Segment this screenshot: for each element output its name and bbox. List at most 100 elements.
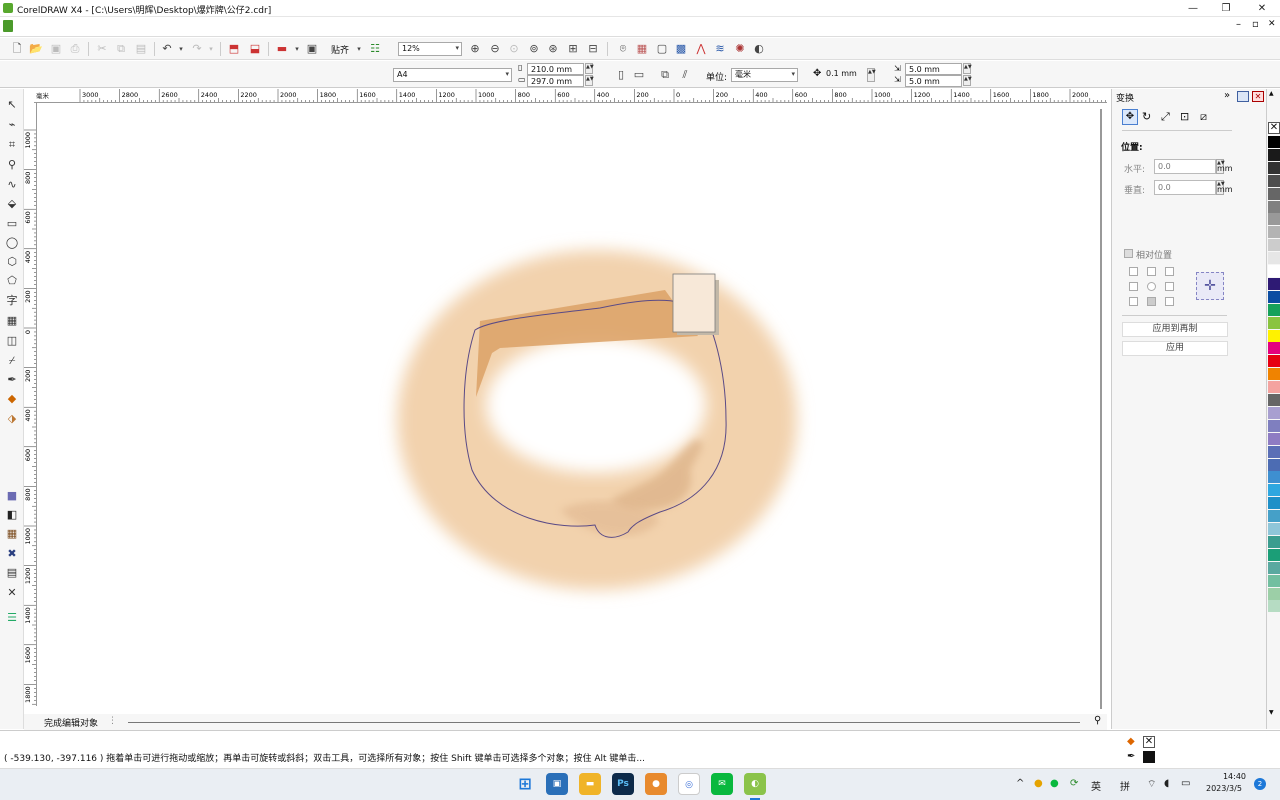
paste-icon[interactable]: ▤ <box>134 42 148 56</box>
fountain-fill-icon[interactable]: ◧ <box>4 507 20 523</box>
undo-icon[interactable]: ↶ <box>160 42 174 56</box>
anchor-top-center[interactable] <box>1147 267 1156 276</box>
color-swatch[interactable] <box>1268 213 1280 226</box>
position-tab-icon[interactable]: ✥ <box>1122 109 1138 125</box>
minimize-button[interactable]: — <box>1178 1 1208 16</box>
freehand-tool-icon[interactable]: ∿ <box>4 177 20 193</box>
vertical-input[interactable]: 0.0 <box>1154 180 1216 195</box>
color-swatch[interactable] <box>1268 265 1280 277</box>
zoom-page-icon[interactable]: ⊛ <box>546 42 560 56</box>
zoom-all-objects-icon[interactable]: ⊚ <box>527 42 541 56</box>
texture-fill-icon[interactable]: ✖ <box>4 546 20 562</box>
undo-dropdown-icon[interactable]: ▾ <box>174 42 188 56</box>
color-swatch[interactable] <box>1268 355 1280 368</box>
color-swatch[interactable] <box>1268 226 1280 239</box>
portrait-icon[interactable]: ▯ <box>614 68 628 82</box>
units-select[interactable]: 毫米 ▾ <box>731 68 798 82</box>
pattern-icon[interactable]: ▩ <box>674 42 688 56</box>
rotate-tab-icon[interactable]: ↻ <box>1142 110 1151 123</box>
vertical-scrollbar[interactable] <box>1099 103 1107 709</box>
basic-shapes-tool-icon[interactable]: ⬠ <box>4 273 20 289</box>
color-swatch[interactable] <box>1268 136 1280 148</box>
outline-color-swatch[interactable] <box>1143 751 1155 763</box>
anchor-bottom-right[interactable] <box>1165 297 1174 306</box>
crop-tool-icon[interactable]: ⌗ <box>4 137 20 153</box>
print-icon[interactable]: ⎙ <box>68 42 82 56</box>
blend-icon[interactable]: ≋ <box>713 42 727 56</box>
relative-position-checkbox[interactable] <box>1124 249 1133 258</box>
doc-minimize-button[interactable]: – <box>1236 19 1241 30</box>
contour-icon[interactable]: ⌾ <box>616 42 630 56</box>
windows-start-icon[interactable]: ⊞ <box>514 773 536 795</box>
skew-tab-icon[interactable]: ⧄ <box>1200 110 1207 124</box>
nudge-spinner[interactable]: ▲▼ <box>867 68 876 82</box>
rectangle-tool-icon[interactable]: ▭ <box>4 216 20 232</box>
color-swatch[interactable] <box>1268 381 1280 394</box>
anchor-top-right[interactable] <box>1165 267 1174 276</box>
color-swatch[interactable] <box>1268 290 1280 303</box>
no-fill-icon[interactable]: ✕ <box>4 585 20 601</box>
options-icon[interactable]: ☷ <box>368 42 382 56</box>
tray-wechat-icon[interactable]: ● <box>1050 778 1059 789</box>
import-icon[interactable]: ⬒ <box>227 42 241 56</box>
anchor-middle-left[interactable] <box>1129 282 1138 291</box>
page-height-spinner[interactable]: ▲▼ <box>585 75 594 86</box>
selected-rectangle[interactable] <box>672 273 716 333</box>
size-tab-icon[interactable]: ⊡ <box>1180 110 1189 123</box>
anchor-bottom-center[interactable] <box>1147 297 1156 306</box>
color-swatch[interactable] <box>1268 587 1280 600</box>
postscript-fill-icon[interactable]: ▤ <box>4 565 20 581</box>
vertical-ruler[interactable]: 1000 800 600 400 200 0 200 400 600 800 1000 1200 140… <box>24 103 37 706</box>
no-color-swatch-icon[interactable]: ✕ <box>1268 122 1280 134</box>
horizontal-ruler[interactable]: 3000 2800 2600 2400 2200 2000 1800 1600 1400 1200… <box>34 89 1107 103</box>
color-swatch[interactable] <box>1268 406 1280 419</box>
color-wheel-icon[interactable]: ✺ <box>733 42 747 56</box>
color-swatch[interactable] <box>1268 548 1280 561</box>
shape-tool-icon[interactable]: ⌁ <box>4 117 20 133</box>
bitmap-icon[interactable]: ▦ <box>635 42 649 56</box>
game-app-icon[interactable]: ● <box>645 773 667 795</box>
color-swatch[interactable] <box>1268 523 1280 535</box>
table-tool-icon[interactable]: ▦ <box>4 313 20 329</box>
nudge-distance-input[interactable]: 0.1 mm <box>823 68 865 82</box>
eyedropper-tool-icon[interactable]: ⌿ <box>4 353 20 369</box>
color-swatch[interactable] <box>1268 200 1280 213</box>
color-swatch[interactable] <box>1268 329 1280 342</box>
horizontal-input[interactable]: 0.0 <box>1154 159 1216 174</box>
palette-scroll-up-icon[interactable]: ▲ <box>1269 90 1274 97</box>
interactive-tool-icon[interactable]: ◫ <box>4 333 20 349</box>
drawing-canvas[interactable] <box>38 103 1100 706</box>
document-icon[interactable] <box>3 20 13 32</box>
close-button[interactable]: ✕ <box>1247 1 1277 16</box>
interactive-fill-tool-icon[interactable]: ⬗ <box>4 411 20 427</box>
notification-badge[interactable]: 2 <box>1254 778 1266 790</box>
doc-restore-button[interactable]: ▫ <box>1252 19 1259 30</box>
color-swatch[interactable] <box>1268 161 1280 174</box>
color-swatch[interactable] <box>1268 458 1280 471</box>
page-width-input[interactable]: 210.0 mm <box>527 63 584 75</box>
scale-tab-icon[interactable]: ⤢ <box>1161 110 1170 124</box>
ellipse-tool-icon[interactable]: ◯ <box>4 235 20 251</box>
tray-app-icon-2[interactable]: ⟳ <box>1070 778 1078 789</box>
fill-color-none-icon[interactable]: ✕ <box>1143 736 1155 748</box>
fill-tool-icon[interactable]: ◆ <box>4 391 20 407</box>
page-size-select[interactable]: A4 ▾ <box>393 68 512 82</box>
smart-fill-tool-icon[interactable]: ⬙ <box>4 196 20 212</box>
show-hidden-icons[interactable]: ^ <box>1016 778 1024 789</box>
zoom-selected-icon[interactable]: ⊙ <box>507 42 521 56</box>
color-swatch[interactable] <box>1268 239 1280 252</box>
anchor-middle-right[interactable] <box>1165 282 1174 291</box>
apply-to-duplicate-button[interactable]: 应用到再制 <box>1122 322 1228 337</box>
anchor-bottom-left[interactable] <box>1129 297 1138 306</box>
color-swatch[interactable] <box>1268 187 1280 200</box>
clock-date[interactable]: 2023/3/5 <box>1206 784 1242 793</box>
battery-icon[interactable]: ▭ <box>1181 778 1190 789</box>
expand-icon[interactable]: » <box>1224 90 1230 101</box>
pick-tool-icon[interactable]: ↖ <box>4 97 20 113</box>
zoom-in-icon[interactable]: ⊕ <box>468 42 482 56</box>
palette-scroll-down-icon[interactable]: ▼ <box>1269 709 1274 716</box>
color-swatch[interactable] <box>1268 303 1280 316</box>
color-swatch[interactable] <box>1268 471 1280 484</box>
docker-close-icon[interactable]: ✕ <box>1252 91 1264 102</box>
tray-app-icon-1[interactable]: ● <box>1034 778 1043 789</box>
